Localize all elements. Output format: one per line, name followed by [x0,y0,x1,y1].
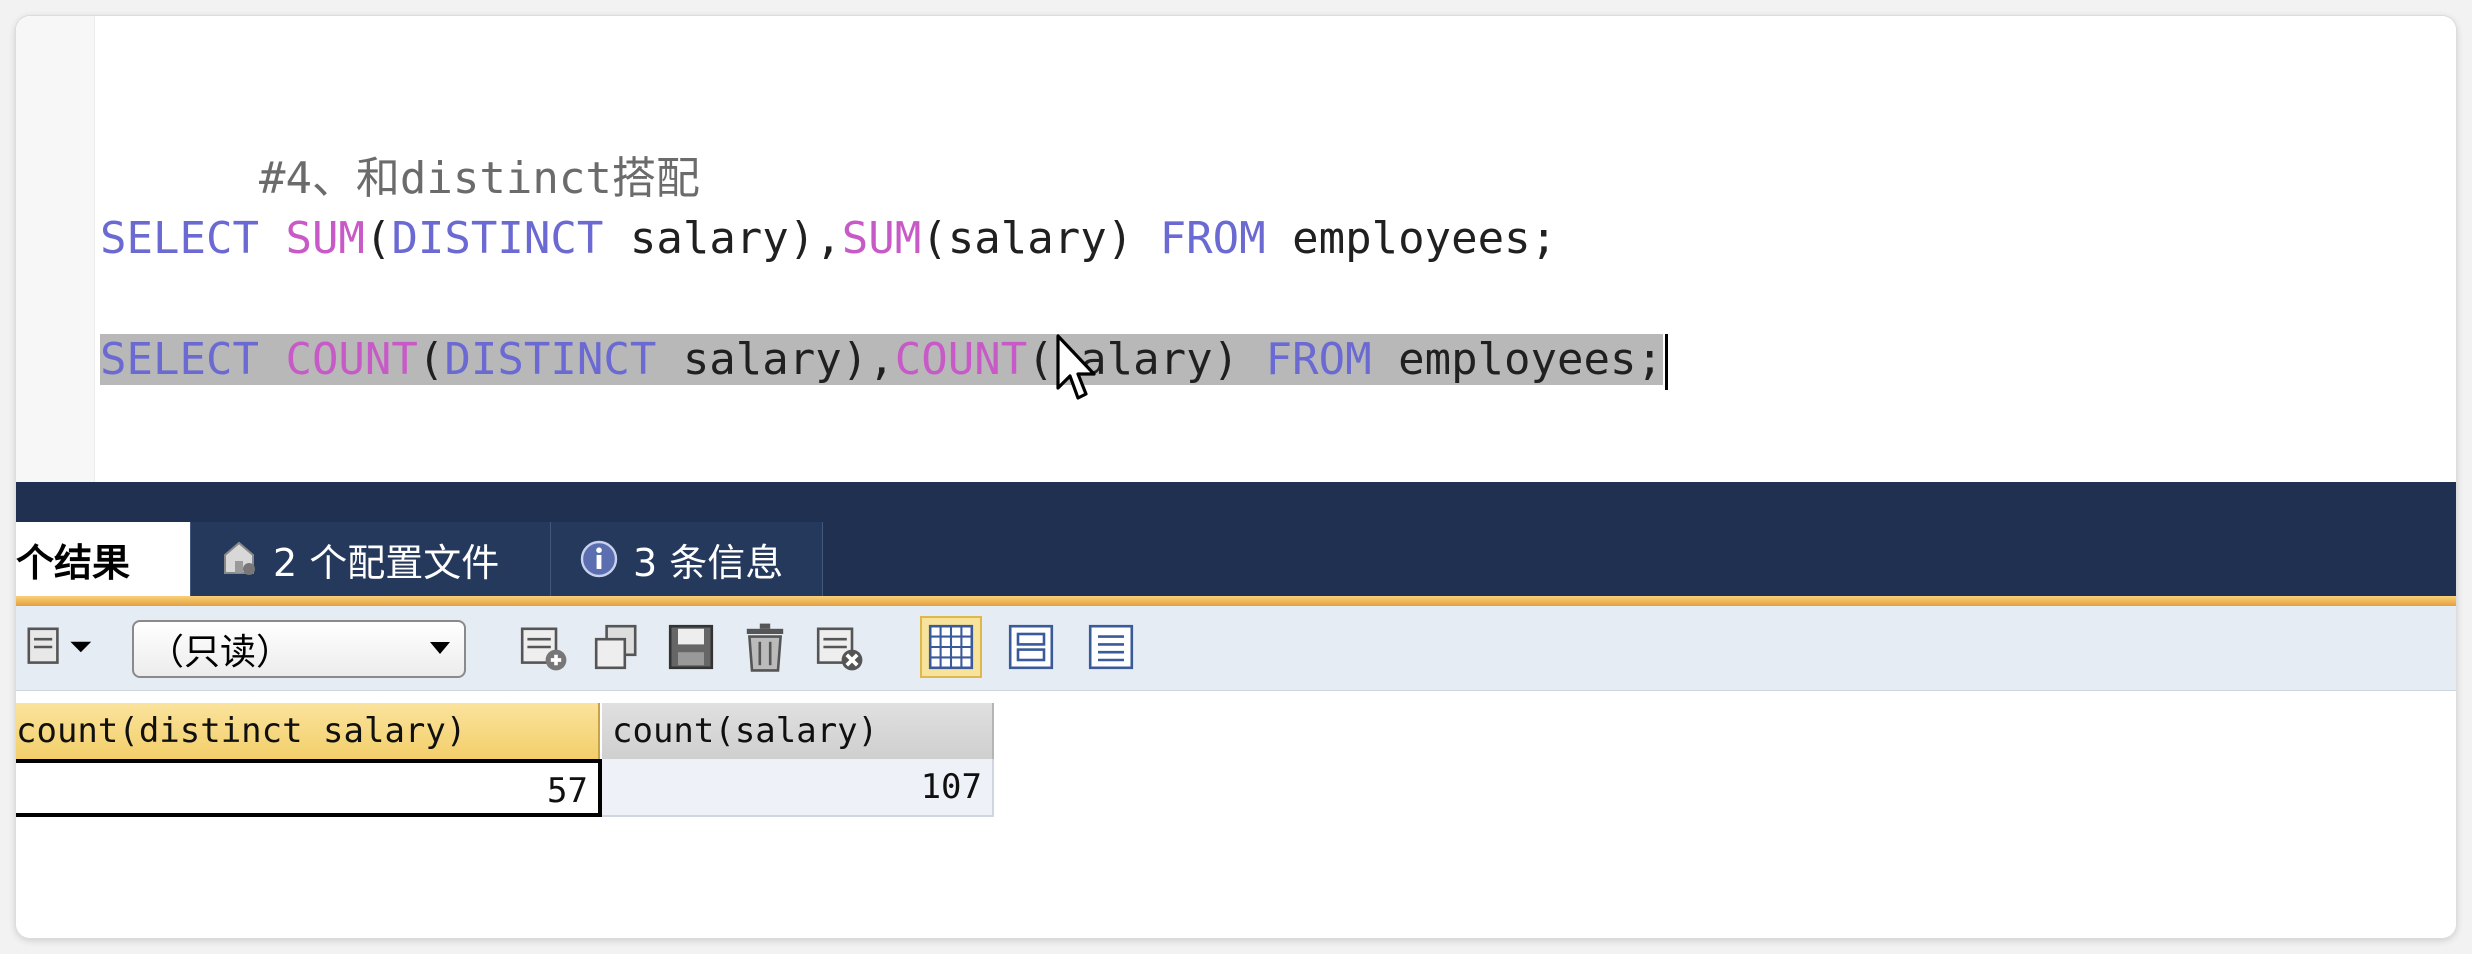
tab-results-label: 个结果 [16,540,131,585]
code-text: employees; [1265,213,1558,264]
export-icon [27,627,92,664]
result-grid: count(distinct salary) count(salary) 57 … [16,691,2456,938]
code-text: (salary) [921,213,1160,264]
grid-cell[interactable]: 107 [602,759,994,817]
discard-icon [816,627,863,671]
code-line-count-selected: SELECT COUNT(DISTINCT salary),COUNT(sala… [100,329,1668,391]
fn-sum: SUM [841,213,922,264]
selected-text: SELECT COUNT(DISTINCT salary),COUNT(sala… [100,334,1663,385]
info-icon [580,540,618,578]
sql-editor[interactable]: #4、和distinct搭配 SELECT SUM(DISTINCT salar… [16,16,2456,482]
column-header[interactable]: count(distinct salary) [16,703,600,759]
text-view-icon [1088,624,1134,670]
kw-distinct: DISTINCT [391,213,604,264]
text-caret [1665,334,1668,390]
tab-messages-label: 3 条信息 [633,540,784,585]
code-line-sum: SELECT SUM(DISTINCT salary),SUM(salary) … [100,208,1557,270]
tab-profiles[interactable]: 2 个配置文件 [191,522,551,596]
form-view-button[interactable] [1000,616,1062,678]
form-view-icon [1008,624,1054,670]
editor-gutter [16,16,95,482]
code-line-comment: #4、和distinct搭配 [100,86,700,204]
grid-cell[interactable]: 57 [16,759,602,817]
fn-count: COUNT [285,334,418,385]
tab-accent-line [16,596,2456,606]
add-row-icon [520,627,567,671]
column-header[interactable]: count(salary) [602,703,994,759]
fn-sum: SUM [285,213,365,264]
result-mode-select[interactable]: （只读） [132,620,466,678]
tab-results[interactable]: 个结果 [16,522,191,596]
tab-messages[interactable]: 3 条信息 [551,522,823,596]
results-toolbar: （只读） [16,606,2456,691]
export-menu-button[interactable] [20,616,100,678]
add-row-button[interactable] [512,616,574,678]
duplicate-row-button[interactable] [586,616,648,678]
sql-comment: #4、和distinct搭配 [258,153,700,204]
save-button[interactable] [660,616,722,678]
kw-select: SELECT [100,213,259,264]
profile-icon [224,541,255,575]
discard-changes-button[interactable] [808,616,870,678]
save-icon [668,624,714,670]
code-text: employees; [1371,334,1663,385]
app-window: #4、和distinct搭配 SELECT SUM(DISTINCT salar… [16,16,2456,938]
chevron-down-icon [430,642,450,654]
duplicate-icon [594,624,637,670]
kw-from: FROM [1265,334,1372,385]
paren: ( [417,334,445,385]
mouse-pointer-icon [1056,334,1096,400]
kw-select: SELECT [100,334,259,385]
fn-count: COUNT [894,334,1028,385]
trash-icon [746,623,784,672]
delete-row-button[interactable] [734,616,796,678]
paren: ( [364,213,392,264]
kw-from: FROM [1159,213,1266,264]
grid-view-icon [928,624,974,670]
result-mode-value: （只读） [148,632,293,673]
code-text: salary), [603,213,842,264]
tab-profiles-label: 2 个配置文件 [273,540,500,585]
kw-distinct: DISTINCT [444,334,657,385]
code-text: salary), [656,334,895,385]
results-tabs: 个结果 2 个配置文件 3 条信息 [16,522,823,596]
grid-view-button[interactable] [920,616,982,678]
text-view-button[interactable] [1080,616,1142,678]
